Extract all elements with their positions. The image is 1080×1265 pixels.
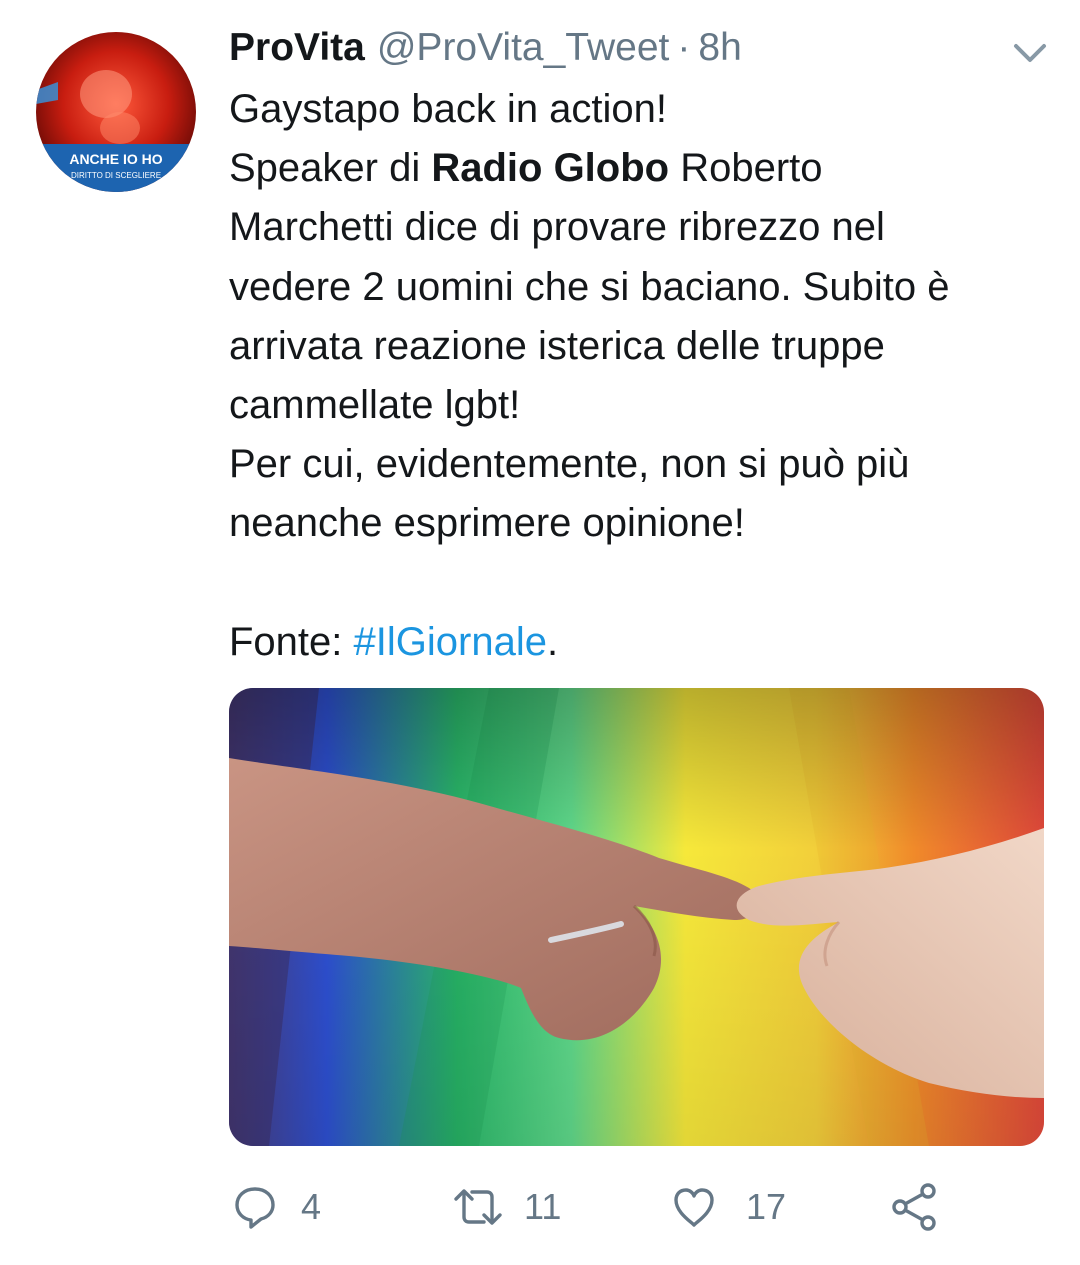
tweet-line-2-end: Roberto bbox=[669, 146, 823, 191]
source-line: Fonte: #IlGiornale. bbox=[229, 613, 1059, 672]
display-name[interactable]: ProVita bbox=[229, 26, 365, 70]
tweet-line-2: Speaker di Radio Globo Roberto bbox=[229, 139, 1059, 198]
reply-button[interactable]: 4 bbox=[231, 1182, 321, 1232]
tweet-line-3: Marchetti dice di provare ribrezzo nel bbox=[229, 205, 885, 250]
retweet-button[interactable]: 11 bbox=[452, 1182, 561, 1232]
rainbow-hands-photo bbox=[229, 688, 1044, 1146]
hashtag-link[interactable]: #IlGiornale bbox=[354, 620, 547, 664]
tweet-image[interactable] bbox=[229, 688, 1044, 1146]
reply-count: 4 bbox=[301, 1186, 322, 1227]
timestamp[interactable]: 8h bbox=[698, 26, 741, 70]
reply-icon bbox=[235, 1187, 275, 1229]
share-icon bbox=[892, 1183, 936, 1231]
tweet-text: Gaystapo back in action! Speaker di Radi… bbox=[229, 80, 1059, 672]
source-end: . bbox=[546, 619, 559, 664]
bold-mention: Radio Globo bbox=[431, 146, 670, 191]
tweet: ANCHE IO HO DIRITTO DI SCEGLIERE ProVita… bbox=[0, 0, 1080, 1265]
like-count: 17 bbox=[746, 1186, 787, 1227]
tweet-line-4: vedere 2 uomini che si baciano. Subito è bbox=[229, 264, 950, 309]
user-handle[interactable]: @ProVita_Tweet bbox=[377, 26, 670, 70]
tweet-line-2-start: Speaker di bbox=[229, 146, 432, 191]
separator-dot: · bbox=[677, 26, 691, 69]
tweet-line-1: Gaystapo back in action! bbox=[229, 87, 668, 131]
retweet-count: 11 bbox=[524, 1186, 562, 1227]
chevron-down-icon bbox=[1014, 44, 1046, 62]
avatar-caption-line1: ANCHE IO HO bbox=[69, 151, 162, 167]
tweet-actions: 4 11 17 bbox=[0, 1170, 1080, 1250]
avatar-image: ANCHE IO HO DIRITTO DI SCEGLIERE bbox=[36, 32, 196, 192]
tweet-menu-button[interactable] bbox=[1010, 38, 1050, 68]
tweet-line-7: Per cui, evidentemente, non si può più bbox=[229, 442, 910, 487]
like-button[interactable]: 17 bbox=[670, 1182, 786, 1232]
share-button[interactable] bbox=[890, 1182, 940, 1232]
avatar-caption-line2: DIRITTO DI SCEGLIERE bbox=[71, 171, 161, 180]
heart-icon bbox=[674, 1188, 714, 1227]
tweet-line-5: arrivata reazione isterica delle truppe bbox=[229, 323, 885, 368]
tweet-header: ProVita @ProVita_Tweet · 8h bbox=[229, 26, 742, 72]
retweet-icon bbox=[454, 1189, 502, 1225]
tweet-line-8: neanche esprimere opinione! bbox=[229, 501, 745, 546]
avatar[interactable]: ANCHE IO HO DIRITTO DI SCEGLIERE bbox=[36, 32, 196, 192]
tweet-line-6: cammellate lgbt! bbox=[229, 382, 521, 427]
source-label: Fonte: bbox=[229, 619, 354, 664]
